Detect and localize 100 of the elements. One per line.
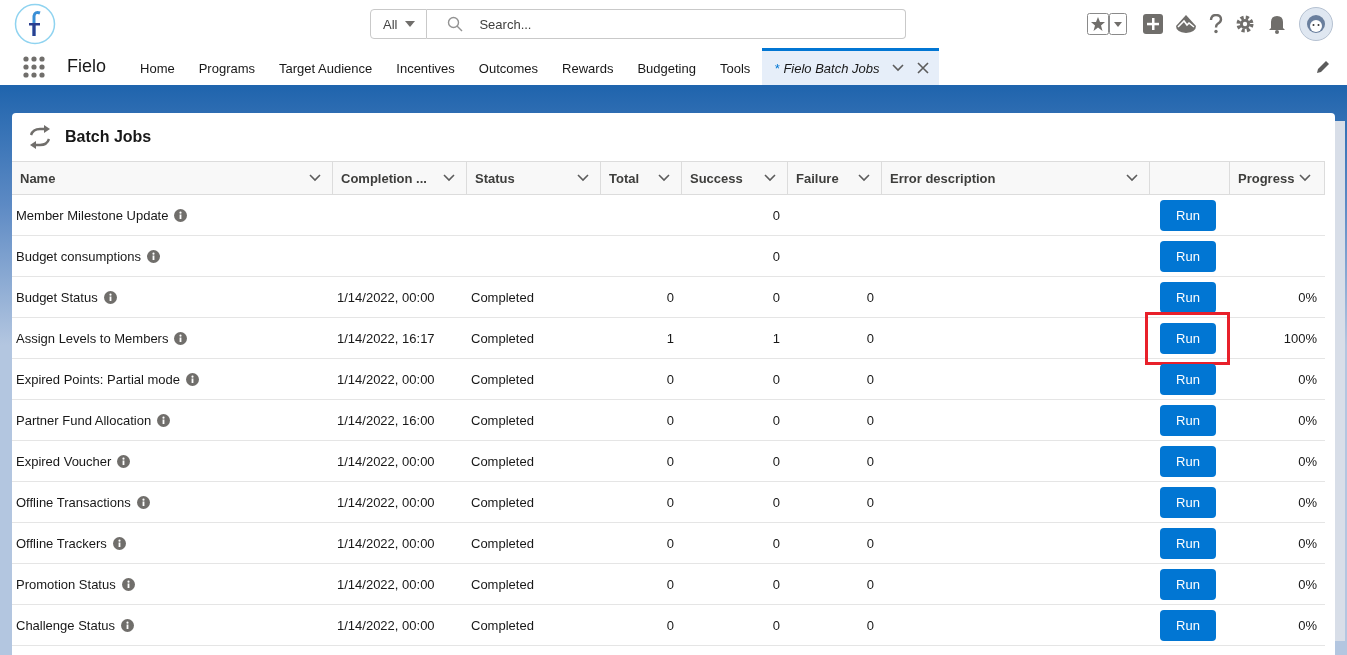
run-button[interactable]: Run	[1160, 322, 1216, 354]
nav-tab[interactable]: Incentives	[384, 48, 467, 85]
nav-tab[interactable]: Outcomes	[466, 48, 551, 85]
table-cell: 0	[772, 248, 780, 264]
table-cell: 1	[772, 330, 780, 346]
table-cell: 0	[772, 412, 780, 428]
table-cell: 0	[772, 617, 780, 633]
table-cell: 0	[772, 494, 780, 510]
table-cell: 1	[666, 330, 674, 346]
run-button[interactable]: Run	[1160, 281, 1216, 313]
info-icon[interactable]	[186, 372, 200, 386]
table-cell: 1/14/2022, 00:00	[337, 576, 435, 592]
info-icon[interactable]	[103, 290, 117, 304]
column-header[interactable]: Total	[601, 162, 682, 194]
app-launcher-icon[interactable]	[23, 55, 45, 78]
table-cell: Completed	[471, 412, 534, 428]
table-cell: 0	[666, 371, 674, 387]
info-icon[interactable]	[121, 618, 134, 632]
run-button[interactable]: Run	[1160, 404, 1216, 436]
table-cell: 0	[666, 289, 674, 305]
column-header[interactable]: Status	[467, 162, 601, 194]
table-cell: 0	[772, 371, 780, 387]
run-button[interactable]: Run	[1160, 609, 1216, 641]
job-name: Budget consumptions	[16, 248, 142, 264]
scrollbar[interactable]	[1335, 121, 1345, 641]
caret-icon[interactable]	[1109, 13, 1127, 35]
avatar-icon[interactable]	[1299, 7, 1333, 41]
bell-icon[interactable]	[1267, 14, 1287, 34]
info-icon[interactable]	[117, 454, 131, 468]
info-icon[interactable]	[174, 208, 188, 222]
run-button[interactable]: Run	[1160, 445, 1216, 477]
nav-tab[interactable]: Target Audience	[267, 48, 385, 85]
column-header[interactable]: Progress	[1230, 162, 1325, 194]
info-icon[interactable]	[174, 331, 188, 345]
table-cell: Completed	[471, 535, 534, 551]
refresh-icon	[28, 125, 52, 149]
table-cell: 100%	[1283, 330, 1317, 346]
info-icon[interactable]	[112, 536, 126, 550]
job-name: Challenge Status	[16, 617, 115, 633]
table-cell: 0	[772, 535, 780, 551]
nav-tab[interactable]: Programs	[186, 48, 268, 85]
run-button[interactable]: Run	[1160, 568, 1216, 600]
table-cell: 1/14/2022, 00:00	[337, 289, 435, 305]
table-cell: 0	[866, 535, 874, 551]
table-cell: 0%	[1298, 576, 1317, 592]
table-cell: 0	[866, 453, 874, 469]
table-cell: 0	[866, 494, 874, 510]
nav-tab[interactable]: Rewards	[550, 48, 626, 85]
table-cell: Completed	[471, 330, 534, 346]
caret-icon	[404, 20, 417, 28]
plus-icon[interactable]	[1143, 14, 1163, 34]
table-cell: Completed	[471, 453, 534, 469]
search-input[interactable]: Search...	[477, 15, 905, 33]
nav-tab[interactable]: Budgeting	[625, 48, 708, 85]
run-button[interactable]: Run	[1160, 240, 1216, 272]
table-cell: 0	[866, 576, 874, 592]
job-name: Expired Voucher	[16, 453, 112, 469]
table-cell: 0	[666, 576, 674, 592]
info-icon[interactable]	[147, 249, 161, 263]
help-icon[interactable]	[1209, 14, 1223, 34]
search-icon	[447, 16, 464, 32]
run-button[interactable]: Run	[1160, 486, 1216, 518]
info-icon[interactable]	[121, 577, 135, 591]
card-title: Batch Jobs	[65, 128, 152, 146]
column-header[interactable]: Completion ...	[333, 162, 467, 194]
table-cell: 0	[772, 207, 780, 223]
mountain-icon[interactable]	[1175, 14, 1197, 34]
scope-dropdown[interactable]: All	[370, 9, 428, 39]
job-name: Offline Trackers	[16, 535, 107, 551]
table-cell: Completed	[471, 371, 534, 387]
run-button[interactable]: Run	[1160, 199, 1216, 231]
table-cell: Completed	[471, 289, 534, 305]
table-cell: 0%	[1298, 535, 1317, 551]
table-cell: 0%	[1298, 289, 1317, 305]
run-button[interactable]: Run	[1160, 363, 1216, 395]
table-cell: 0	[866, 617, 874, 633]
table-cell: 0	[866, 412, 874, 428]
logo-icon[interactable]	[14, 3, 56, 45]
column-header[interactable]: Success	[682, 162, 788, 194]
table-cell: 1/14/2022, 16:17	[337, 330, 435, 346]
search-field[interactable]: Search...	[427, 9, 906, 39]
settings-icon[interactable]	[1235, 14, 1255, 34]
table-cell: 0%	[1298, 617, 1317, 633]
column-header[interactable]: Error description	[882, 162, 1150, 194]
info-icon[interactable]	[136, 495, 150, 509]
table-cell: 1/14/2022, 00:00	[337, 617, 435, 633]
table-cell: 0	[772, 289, 780, 305]
info-icon[interactable]	[157, 413, 171, 427]
table-cell: 1/14/2022, 00:00	[337, 535, 435, 551]
table-cell: 0	[772, 576, 780, 592]
nav-tab[interactable]: * Fielo Batch Jobs	[762, 48, 940, 85]
table-cell: 0	[772, 453, 780, 469]
run-button[interactable]: Run	[1160, 527, 1216, 559]
column-header[interactable]: Failure	[788, 162, 882, 194]
nav-tab[interactable]: Tools	[707, 48, 763, 85]
nav-tab[interactable]: Home	[128, 48, 187, 85]
pencil-icon[interactable]	[1315, 58, 1331, 75]
column-header[interactable]: Name	[12, 162, 333, 194]
close-icon[interactable]	[917, 62, 930, 74]
table-cell: 1/14/2022, 00:00	[337, 371, 435, 387]
